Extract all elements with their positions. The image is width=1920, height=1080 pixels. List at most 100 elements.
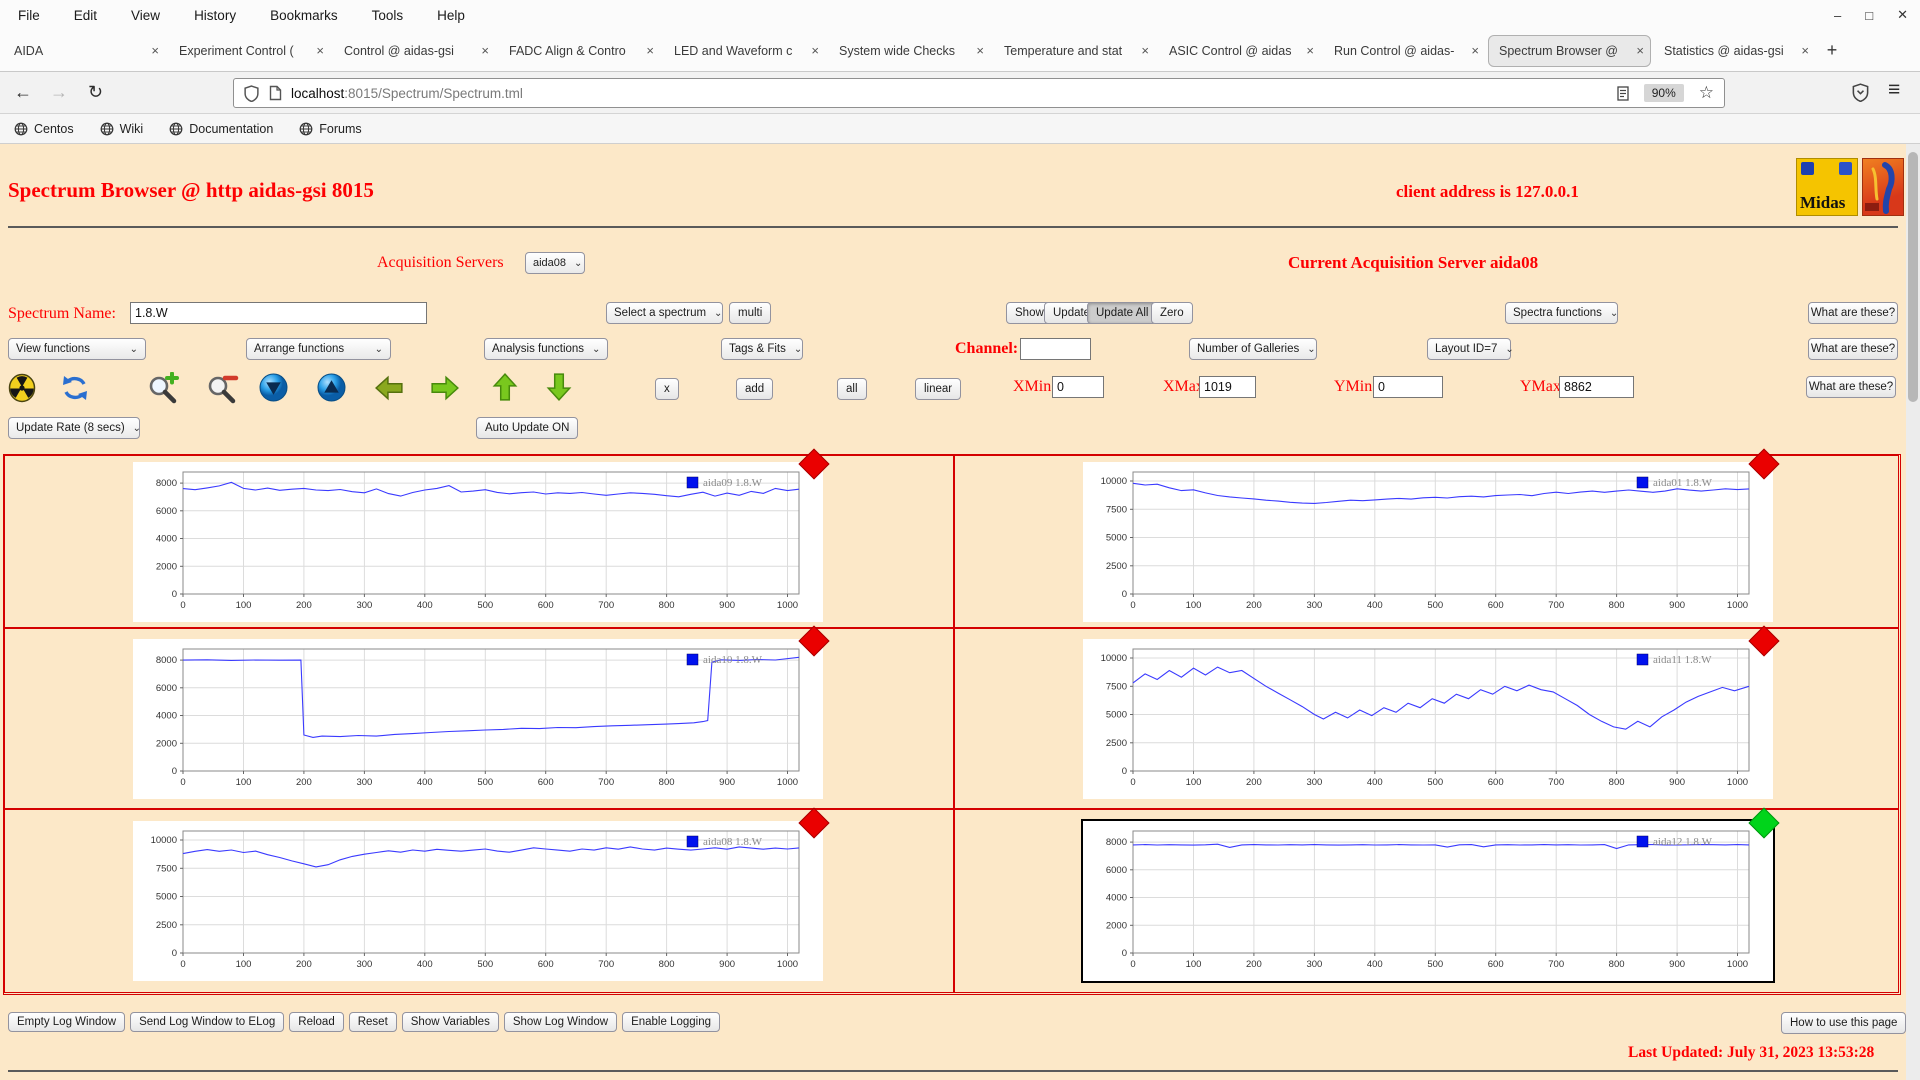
tags-fits-dropdown[interactable]: Tags & Fits ⌄	[721, 338, 803, 360]
midas-logo[interactable]: Midas	[1796, 158, 1858, 216]
tcl-powered-logo[interactable]	[1862, 158, 1904, 216]
reload-button[interactable]: ↻	[88, 80, 103, 104]
tab-experiment-control[interactable]: Experiment Control (×	[168, 35, 331, 67]
tab-close-icon[interactable]: ×	[1801, 43, 1809, 58]
tab-close-icon[interactable]: ×	[811, 43, 819, 58]
menu-item-file[interactable]: File	[18, 8, 40, 23]
arrange-functions-dropdown[interactable]: Arrange functions ⌄	[246, 338, 391, 360]
new-tab-button[interactable]: +	[1817, 37, 1847, 65]
spectrum-chart-aida09[interactable]: 0 100 200 300 400 500 600 700 800 900 1000 0 2000 400…	[133, 447, 830, 622]
layout-id-dropdown[interactable]: Layout ID=7 ⌄	[1427, 338, 1514, 360]
menu-item-help[interactable]: Help	[437, 8, 465, 23]
tab-close-icon[interactable]: ×	[1306, 43, 1314, 58]
what-are-these-button-1[interactable]: What are these?	[1808, 302, 1898, 324]
spectrum-panel-4[interactable]: 0 100 200 300 400 500 600 700 800 900 1000 0 2500 500…	[954, 624, 1899, 809]
tab-asic-control-aidas[interactable]: ASIC Control @ aidas ×	[1158, 35, 1321, 67]
zero-button[interactable]: Zero	[1151, 302, 1193, 324]
menu-item-bookmarks[interactable]: Bookmarks	[270, 8, 338, 23]
tab-temperature-and-stat[interactable]: Temperature and stat ×	[993, 35, 1156, 67]
page-scrollbar[interactable]	[1906, 144, 1920, 1080]
radiation-icon[interactable]	[8, 373, 36, 403]
show-log-window-button[interactable]: Show Log Window	[503, 1012, 618, 1032]
reset-button[interactable]: Reset	[348, 1012, 397, 1032]
all-button[interactable]: all	[837, 378, 867, 400]
update-all-button[interactable]: Update All	[1087, 302, 1158, 324]
channel-input[interactable]	[1020, 338, 1091, 360]
zoom-level-badge[interactable]: 90%	[1643, 84, 1684, 102]
spectrum-panel-6[interactable]: 0 100 200 300 400 500 600 700 800 900 1000 0 2000 400…	[954, 807, 1899, 993]
bookmark-wiki[interactable]: Wiki	[100, 122, 143, 136]
minimize-button[interactable]: –	[1834, 8, 1841, 23]
tab-close-icon[interactable]: ×	[316, 43, 324, 58]
empty-log-window-button[interactable]: Empty Log Window	[8, 1012, 126, 1032]
zoom-out-icon[interactable]	[205, 372, 239, 406]
bookmark-centos[interactable]: Centos	[14, 122, 74, 136]
tab-close-icon[interactable]: ×	[1471, 43, 1479, 58]
menu-item-history[interactable]: History	[194, 8, 236, 23]
tab-run-control-aidas[interactable]: Run Control @ aidas- ×	[1323, 35, 1486, 67]
what-are-these-button-3[interactable]: What are these?	[1806, 376, 1896, 398]
auto-update-button[interactable]: Auto Update ON	[476, 417, 579, 439]
multi-button[interactable]: multi	[729, 302, 772, 324]
maximize-button[interactable]: □	[1865, 8, 1873, 23]
xmin-input[interactable]	[1052, 376, 1104, 398]
tab-statistics-aidas-gsi[interactable]: Statistics @ aidas-gsi ×	[1653, 35, 1816, 67]
bookmark-star-icon[interactable]: ☆	[1699, 83, 1714, 103]
tab-led-and-waveform-c[interactable]: LED and Waveform c ×	[663, 35, 826, 67]
spectrum-panel-3[interactable]: 0 100 200 300 400 500 600 700 800 900 1000 0 2000 400…	[4, 624, 954, 809]
menu-item-tools[interactable]: Tools	[372, 8, 404, 23]
pocket-shield-icon[interactable]	[1852, 83, 1869, 102]
zoom-in-icon[interactable]	[146, 372, 180, 406]
spectrum-chart-aida08[interactable]: 0 100 200 300 400 500 600 700 800 900 1000 0 2500 500…	[133, 807, 830, 981]
tab-fadc-align-contro[interactable]: FADC Align & Contro ×	[498, 35, 661, 67]
url-bar[interactable]: localhost:8015/Spectrum/Spectrum.tml 90%…	[233, 78, 1725, 108]
tab-aida[interactable]: AIDA ×	[3, 35, 166, 67]
menu-item-view[interactable]: View	[131, 8, 160, 23]
show-variables-button[interactable]: Show Variables	[401, 1012, 499, 1032]
tab-spectrum-browser[interactable]: Spectrum Browser @ ×	[1488, 34, 1651, 67]
spectrum-chart-aida01[interactable]: 0 100 200 300 400 500 600 700 800 900 1000 0 2500 500…	[1083, 447, 1780, 622]
reload-button[interactable]: Reload	[289, 1012, 344, 1032]
tab-close-icon[interactable]: ×	[481, 43, 489, 58]
tab-close-icon[interactable]: ×	[976, 43, 984, 58]
bookmark-forums[interactable]: Forums	[299, 122, 362, 136]
refresh-icon[interactable]	[60, 373, 90, 403]
spectrum-panel-1[interactable]: 0 100 200 300 400 500 600 700 800 900 1000 0 2000 400…	[4, 447, 954, 628]
acquisition-server-select[interactable]: aida08 ⌄	[525, 252, 585, 274]
scrollbar-thumb[interactable]	[1908, 152, 1918, 402]
forward-button[interactable]: →	[50, 80, 68, 104]
spectra-functions-dropdown[interactable]: Spectra functions ⌄	[1505, 302, 1618, 324]
bookmark-documentation[interactable]: Documentation	[169, 122, 273, 136]
spectrum-panel-5[interactable]: 0 100 200 300 400 500 600 700 800 900 1000 0 2500 500…	[4, 807, 954, 993]
send-log-window-to-elog-button[interactable]: Send Log Window to ELog	[130, 1012, 285, 1032]
galleries-dropdown[interactable]: Number of Galleries ⌄	[1189, 338, 1317, 360]
add-button[interactable]: add	[736, 378, 774, 400]
view-functions-dropdown[interactable]: View functions ⌄	[8, 338, 146, 360]
tab-close-icon[interactable]: ×	[1636, 43, 1644, 58]
ymax-input[interactable]	[1559, 376, 1634, 398]
pan-up-icon[interactable]	[492, 372, 518, 402]
pan-right-icon[interactable]	[430, 375, 460, 401]
spectrum-chart-aida10[interactable]: 0 100 200 300 400 500 600 700 800 900 1000 0 2000 400…	[133, 624, 830, 799]
scale-up-icon[interactable]	[317, 373, 346, 402]
update-rate-dropdown[interactable]: Update Rate (8 secs) ⌄	[8, 417, 141, 439]
select-spectrum-dropdown[interactable]: Select a spectrum ⌄	[606, 302, 723, 324]
back-button[interactable]: ←	[14, 80, 32, 104]
x-button[interactable]: x	[655, 378, 679, 400]
reader-mode-icon[interactable]	[1617, 85, 1629, 101]
enable-logging-button[interactable]: Enable Logging	[622, 1012, 721, 1032]
linear-button[interactable]: linear	[915, 378, 962, 400]
analysis-functions-dropdown[interactable]: Analysis functions ⌄	[484, 338, 608, 360]
ymin-input[interactable]	[1373, 376, 1443, 398]
tab-system-wide-checks[interactable]: System wide Checks ×	[828, 35, 991, 67]
close-button[interactable]: ✕	[1897, 7, 1908, 23]
spectrum-chart-aida11[interactable]: 0 100 200 300 400 500 600 700 800 900 1000 0 2500 500…	[1083, 624, 1780, 799]
tab-control-aidas-gsi[interactable]: Control @ aidas-gsi ×	[333, 35, 496, 67]
hamburger-menu-icon[interactable]: ≡	[1888, 78, 1900, 102]
spectrum-chart-aida12[interactable]: 0 100 200 300 400 500 600 700 800 900 1000 0 2000 400…	[1081, 807, 1780, 983]
menu-item-edit[interactable]: Edit	[74, 8, 97, 23]
what-are-these-button-2[interactable]: What are these?	[1808, 338, 1898, 360]
scale-down-icon[interactable]	[259, 373, 288, 402]
xmax-input[interactable]	[1199, 376, 1256, 398]
how-to-use-button[interactable]: How to use this page	[1781, 1012, 1907, 1034]
